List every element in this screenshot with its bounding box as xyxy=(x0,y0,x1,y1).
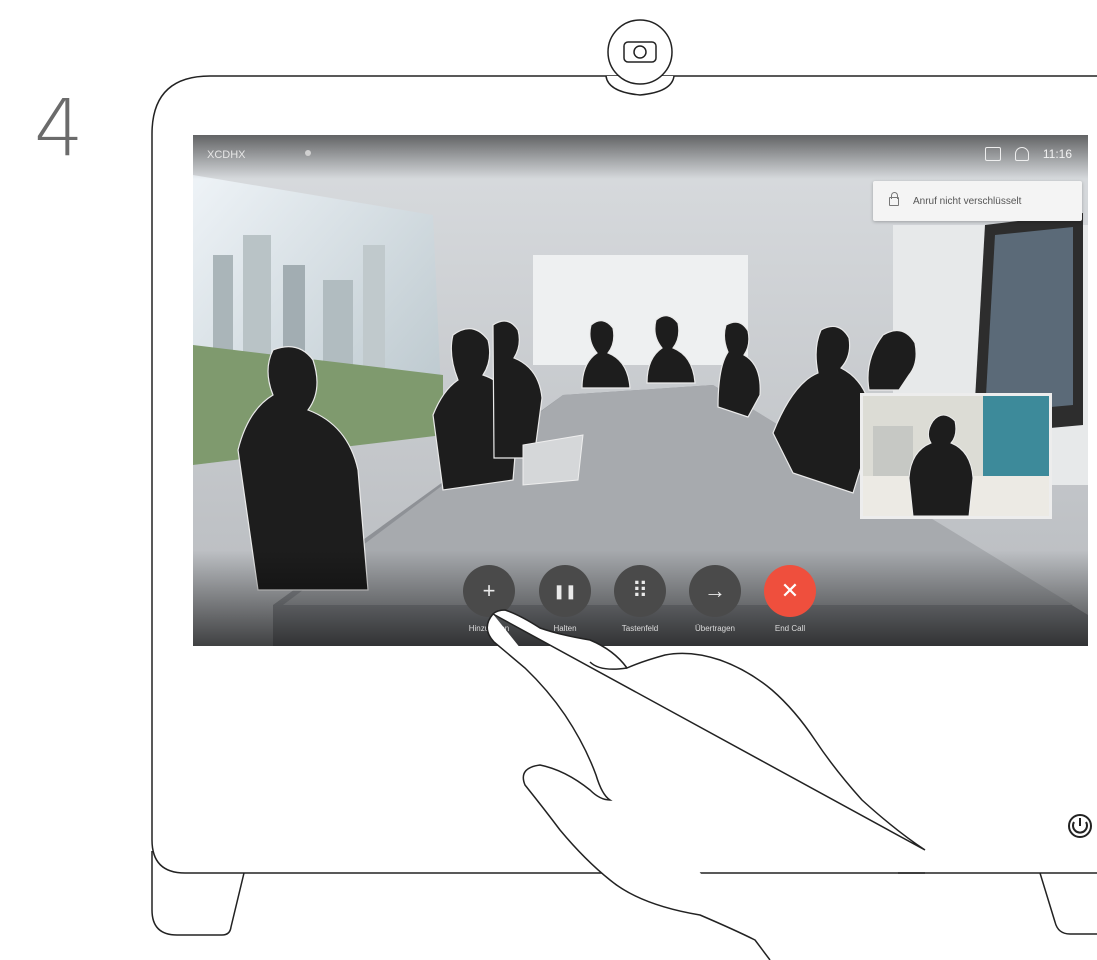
hold-button[interactable]: ❚❚ xyxy=(539,565,591,617)
status-dot xyxy=(305,150,311,156)
clock: 11:16 xyxy=(1042,147,1072,161)
close-icon: ✕ xyxy=(780,578,800,603)
keypad-button[interactable]: ⠿ xyxy=(614,565,666,617)
site-name: XCDHX xyxy=(207,149,246,161)
end-call-button-label: End Call xyxy=(774,624,806,633)
end-call-button[interactable]: ✕ xyxy=(764,565,816,617)
add-button-label: Hinzufügen xyxy=(468,624,510,633)
plus-icon: + xyxy=(482,578,496,603)
add-button[interactable]: + xyxy=(463,565,515,617)
transfer-arrow-icon: → xyxy=(704,578,726,603)
keypad-icon: ⠿ xyxy=(631,578,649,603)
camera-icon xyxy=(605,19,675,96)
power-icon[interactable] xyxy=(1068,814,1092,838)
call-status-bar: XCDHX 11:16 xyxy=(193,135,1088,179)
participants-icon[interactable] xyxy=(1014,147,1029,161)
layout-icon[interactable] xyxy=(984,147,1001,161)
transfer-button[interactable]: → xyxy=(689,565,741,617)
self-view[interactable] xyxy=(860,393,1052,519)
lock-icon xyxy=(889,191,899,206)
encryption-banner: Anruf nicht verschlüsselt xyxy=(873,181,1082,221)
encryption-banner-text: Anruf nicht verschlüsselt xyxy=(913,195,1022,207)
pause-icon: ❚❚ xyxy=(553,582,577,599)
hold-button-label: Halten xyxy=(553,624,577,633)
transfer-button-label: Übertragen xyxy=(694,624,736,633)
call-screen: XCDHX 11:16 Anruf nicht verschlüsselt + … xyxy=(193,135,1088,646)
keypad-button-label: Tastenfeld xyxy=(621,624,659,633)
